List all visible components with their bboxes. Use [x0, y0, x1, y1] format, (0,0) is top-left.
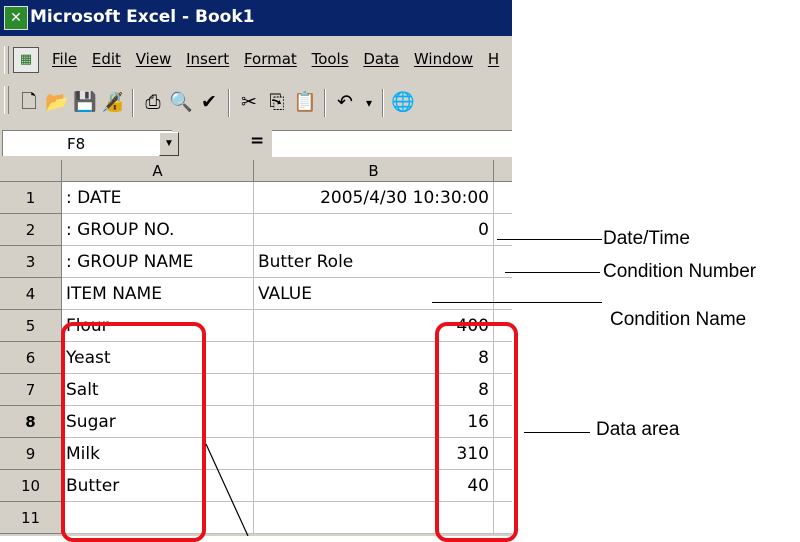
window-title: Microsoft Excel - Book1 [30, 7, 255, 27]
permission-icon[interactable]: 🔏 [100, 90, 126, 116]
row-header[interactable]: 7 [0, 374, 62, 406]
formula-input[interactable] [272, 130, 512, 157]
paste-icon[interactable]: 📋 [292, 90, 318, 116]
cell-b[interactable]: 0 [254, 214, 494, 246]
condition-name-label: Condition Name [610, 309, 747, 330]
item-names-highlight [61, 322, 206, 542]
column-header-c[interactable] [494, 160, 512, 182]
cell-c[interactable] [494, 278, 512, 310]
open-icon[interactable]: 📂 [44, 90, 70, 116]
date-time-label: Date/Time [603, 228, 690, 249]
cell-b[interactable]: VALUE [254, 278, 494, 310]
menu-data[interactable]: Data [363, 50, 399, 68]
title-bar[interactable]: ✕ Microsoft Excel - Book1 [0, 0, 512, 36]
condition-number-leader-line [505, 272, 600, 273]
row-header[interactable]: 1 [0, 182, 62, 214]
name-box-dropdown-icon[interactable]: ▼ [159, 132, 179, 156]
data-area-label: Data area [596, 419, 680, 440]
menu-format[interactable]: Format [244, 50, 297, 68]
menu-file[interactable]: File [52, 50, 77, 68]
spelling-icon[interactable]: ✔ [196, 90, 222, 116]
cell-c[interactable] [494, 182, 512, 214]
menu-help[interactable]: H [488, 50, 499, 68]
new-icon[interactable]: 🗋 [16, 90, 42, 116]
item-name-pointer-line [205, 443, 249, 536]
row-header[interactable]: 2 [0, 214, 62, 246]
condition-name-leader-line [432, 302, 602, 303]
hyperlink-icon[interactable]: 🌐 [390, 90, 416, 116]
row-header[interactable]: 10 [0, 470, 62, 502]
menu-bar: ▦ File Edit View Insert Format Tools Dat… [0, 42, 512, 80]
column-header-b[interactable]: B [254, 160, 494, 182]
undo-dropdown-icon[interactable]: ▾ [356, 90, 382, 116]
print-icon[interactable]: ⎙ [140, 90, 166, 116]
copy-icon[interactable]: ⎘ [264, 90, 290, 116]
row-header[interactable]: 5 [0, 310, 62, 342]
row-header[interactable]: 9 [0, 438, 62, 470]
menu-items: File Edit View Insert Format Tools Data … [52, 50, 509, 68]
cell-b[interactable]: Butter Role [254, 246, 494, 278]
toolbar-separator [228, 89, 230, 117]
cell-a[interactable]: : DATE [62, 182, 254, 214]
row-header[interactable]: 11 [0, 502, 62, 534]
equals-sign: = [250, 131, 265, 151]
menu-edit[interactable]: Edit [92, 50, 121, 68]
condition-number-label: Condition Number [603, 261, 757, 282]
cell-b[interactable]: 2005/4/30 10:30:00 [254, 182, 494, 214]
row-header[interactable]: 6 [0, 342, 62, 374]
workbook-icon[interactable]: ▦ [13, 47, 39, 73]
values-highlight [435, 322, 518, 542]
select-all-corner[interactable] [0, 160, 62, 182]
standard-toolbar: 🗋 📂 💾 🔏 ⎙ 🔍 ✔ ✂ ⎘ 📋 ↶ ▾ 🌐 [0, 82, 512, 124]
menu-view[interactable]: View [136, 50, 172, 68]
menu-grip[interactable] [4, 46, 9, 74]
column-header-a[interactable]: A [62, 160, 254, 182]
cell-c[interactable] [494, 214, 512, 246]
row-header[interactable]: 4 [0, 278, 62, 310]
menu-tools[interactable]: Tools [312, 50, 349, 68]
cut-icon[interactable]: ✂ [236, 90, 262, 116]
toolbar-separator [132, 89, 134, 117]
menu-window[interactable]: Window [414, 50, 473, 68]
toolbar-separator [324, 89, 326, 117]
save-icon[interactable]: 💾 [72, 90, 98, 116]
date-time-leader-line [497, 239, 602, 240]
toolbar-grip[interactable] [4, 86, 9, 114]
cell-a[interactable]: : GROUP NAME [62, 246, 254, 278]
name-box[interactable]: F8 [2, 130, 172, 156]
print-preview-icon[interactable]: 🔍 [168, 90, 194, 116]
cell-a[interactable]: ITEM NAME [62, 278, 254, 310]
undo-icon[interactable]: ↶ [332, 90, 358, 116]
row-header[interactable]: 3 [0, 246, 62, 278]
row-header[interactable]: 8 [0, 406, 62, 438]
data-area-leader-line [524, 432, 590, 433]
menu-insert[interactable]: Insert [186, 50, 229, 68]
toolbar-separator [382, 89, 384, 117]
cell-c[interactable] [494, 246, 512, 278]
cell-a[interactable]: : GROUP NO. [62, 214, 254, 246]
excel-icon[interactable]: ✕ [4, 6, 28, 30]
